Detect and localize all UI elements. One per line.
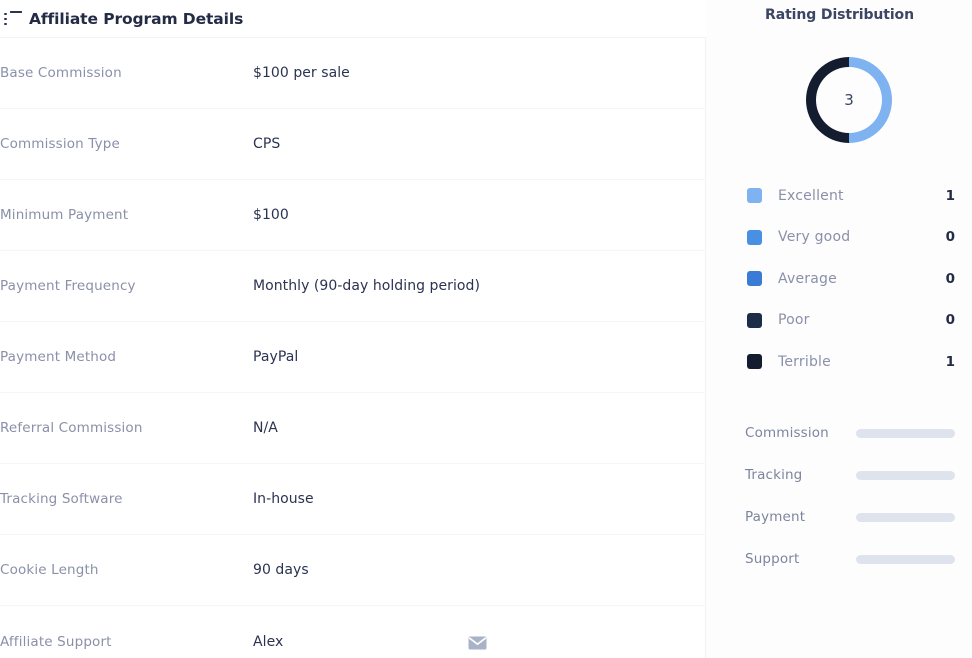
row-value: Alex <box>253 634 283 650</box>
legend-color-swatch <box>747 313 762 328</box>
metric-row: Support <box>707 538 972 580</box>
table-row: Affiliate SupportAlex <box>0 606 706 658</box>
legend-count: 0 <box>946 271 955 287</box>
legend-label: Poor <box>778 312 946 328</box>
metric-progress-track <box>856 429 955 438</box>
legend-label: Excellent <box>778 188 946 204</box>
row-label: Minimum Payment <box>0 207 253 223</box>
row-label: Payment Method <box>0 349 253 365</box>
legend-item: Very good0 <box>707 217 972 259</box>
legend-label: Average <box>778 271 946 287</box>
metric-label: Commission <box>745 425 829 441</box>
legend-item: Average0 <box>707 258 972 300</box>
table-row: Payment FrequencyMonthly (90-day holding… <box>0 251 706 322</box>
legend-count: 1 <box>946 354 955 370</box>
legend-count: 1 <box>946 188 955 204</box>
legend-item: Excellent1 <box>707 175 972 217</box>
metric-progress-track <box>856 471 955 480</box>
legend-color-swatch <box>747 188 762 203</box>
row-value: Monthly (90-day holding period) <box>253 278 480 294</box>
rating-legend: Excellent1Very good0Average0Poor0Terribl… <box>707 175 972 383</box>
donut-center-value: 3 <box>803 54 895 146</box>
row-label: Base Commission <box>0 65 253 81</box>
legend-color-swatch <box>747 354 762 369</box>
legend-label: Terrible <box>778 354 946 370</box>
page-title: Affiliate Program Details <box>29 10 243 28</box>
metric-row: Payment <box>707 496 972 538</box>
table-row: Minimum Payment$100 <box>0 180 706 251</box>
card-header: Affiliate Program Details <box>0 0 706 38</box>
metric-progress-track <box>856 513 955 522</box>
legend-label: Very good <box>778 229 946 245</box>
row-value: 90 days <box>253 562 309 578</box>
table-row: Base Commission$100 per sale <box>0 38 706 109</box>
row-label: Affiliate Support <box>0 634 253 650</box>
metric-bars: Commission Tracking Payment Support <box>707 412 972 580</box>
metric-progress-track <box>856 555 955 564</box>
row-value: N/A <box>253 420 278 436</box>
legend-item: Poor0 <box>707 300 972 342</box>
metric-label: Tracking <box>745 467 802 483</box>
list-icon <box>2 11 22 27</box>
legend-item: Terrible1 <box>707 341 972 383</box>
affiliate-details-card: Affiliate Program Details Base Commissio… <box>0 0 706 658</box>
row-value: $100 <box>253 207 289 223</box>
footer-text-sliver <box>790 648 972 658</box>
details-table: Base Commission$100 per saleCommission T… <box>0 38 706 658</box>
affiliate-program-screen: Affiliate Program Details Base Commissio… <box>0 0 972 658</box>
table-row: Tracking SoftwareIn-house <box>0 464 706 535</box>
row-label: Cookie Length <box>0 562 253 578</box>
table-row: Referral CommissionN/A <box>0 393 706 464</box>
legend-count: 0 <box>946 312 955 328</box>
metric-label: Support <box>745 551 799 567</box>
table-row: Commission TypeCPS <box>0 109 706 180</box>
metric-row: Tracking <box>707 454 972 496</box>
legend-color-swatch <box>747 230 762 245</box>
table-row: Cookie Length90 days <box>0 535 706 606</box>
rating-distribution-panel: Rating Distribution 3 Excellent1Very goo… <box>707 0 972 658</box>
row-value: CPS <box>253 136 280 152</box>
legend-color-swatch <box>747 271 762 286</box>
mail-icon[interactable] <box>468 635 487 649</box>
legend-count: 0 <box>946 229 955 245</box>
rating-donut-chart: 3 <box>707 54 972 146</box>
row-value: $100 per sale <box>253 65 350 81</box>
row-value: PayPal <box>253 349 298 365</box>
rating-distribution-title: Rating Distribution <box>707 7 972 23</box>
row-label: Tracking Software <box>0 491 253 507</box>
table-row: Payment MethodPayPal <box>0 322 706 393</box>
row-label: Referral Commission <box>0 420 253 436</box>
metric-label: Payment <box>745 509 805 525</box>
row-label: Payment Frequency <box>0 278 253 294</box>
row-label: Commission Type <box>0 136 253 152</box>
row-value: In-house <box>253 491 314 507</box>
metric-row: Commission <box>707 412 972 454</box>
